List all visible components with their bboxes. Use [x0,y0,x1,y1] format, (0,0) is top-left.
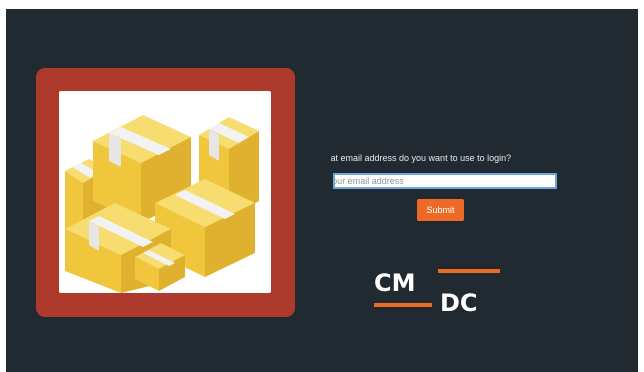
login-form: What email address do you want to use to… [6,9,638,372]
app-window: What email address do you want to use to… [6,9,638,372]
login-prompt-text: What email address do you want to use to… [331,153,512,163]
submit-button[interactable]: Submit [417,199,464,221]
email-field[interactable] [333,173,557,189]
logo-text-bottom: DC [440,289,478,315]
login-prompt: What email address do you want to use to… [331,153,561,163]
cmdc-logo: CM DC [372,267,502,315]
logo-text-top: CM [374,269,416,297]
cmdc-logo-mark: CM DC [374,269,500,315]
